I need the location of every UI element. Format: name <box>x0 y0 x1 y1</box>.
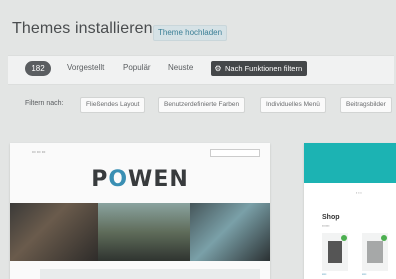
product-shape <box>328 241 342 263</box>
product-thumbnail <box>322 233 348 271</box>
preview-header-banner <box>304 143 396 183</box>
preview-top-bar: ▭ ▭ ▭ <box>32 149 46 154</box>
tab-popular[interactable]: Populär <box>123 63 151 72</box>
shop-meta: ▪▪▪▪▪▪ <box>322 224 330 228</box>
preview-search-box <box>210 149 260 157</box>
sale-badge <box>341 235 347 241</box>
filter-chip-fluid-layout[interactable]: Fließendes Layout <box>80 97 146 113</box>
logo-letter: N <box>169 167 189 192</box>
preview-photo-street <box>98 203 190 261</box>
logo-letter: E <box>153 167 170 192</box>
preview-photo-people <box>190 203 270 261</box>
theme-count-badge: 182 <box>25 61 51 76</box>
filter-bar <box>8 55 394 85</box>
sale-badge <box>381 235 387 241</box>
gear-icon: ⚙ <box>214 64 222 73</box>
logo-letter: W <box>128 167 154 192</box>
filter-chip-featured-images[interactable]: Beitragsbilder <box>340 97 392 113</box>
preview-footer-strip <box>40 269 260 279</box>
page-title: Themes installieren <box>12 20 153 37</box>
preview-photo-shoes <box>10 203 98 261</box>
theme-logo: POWEN <box>10 167 270 192</box>
preview-nav-links: ▪ ▪ ▪ <box>356 191 362 195</box>
theme-card-powen[interactable]: ▭ ▭ ▭ POWEN <box>10 143 270 279</box>
filter-by-label: Filtern nach: <box>25 100 64 107</box>
logo-letter: O <box>108 167 129 192</box>
upload-theme-button[interactable]: Theme hochladen <box>153 25 228 41</box>
tab-featured[interactable]: Vorgestellt <box>67 63 104 72</box>
filter-chip-custom-colors[interactable]: Benutzerdefinierte Farben <box>158 97 246 113</box>
product-shape <box>367 241 383 263</box>
feature-filter-button[interactable]: ⚙ Nach Funktionen filtern <box>211 61 308 76</box>
product-label: ▪▪▪▪ <box>322 272 327 276</box>
tab-latest[interactable]: Neuste <box>168 63 193 72</box>
product-label: ▪▪▪▪ <box>362 272 367 276</box>
logo-letter: P <box>91 167 109 192</box>
filter-chip-custom-menu[interactable]: Individuelles Menü <box>260 97 326 113</box>
feature-filter-label: Nach Funktionen filtern <box>225 64 303 73</box>
shop-title: Shop <box>322 214 340 221</box>
theme-card-shop[interactable]: ▪ ▪ ▪ Shop ▪▪▪▪▪▪ ▪▪▪▪ ▪▪▪▪ <box>304 143 396 279</box>
product-thumbnail <box>362 233 388 271</box>
